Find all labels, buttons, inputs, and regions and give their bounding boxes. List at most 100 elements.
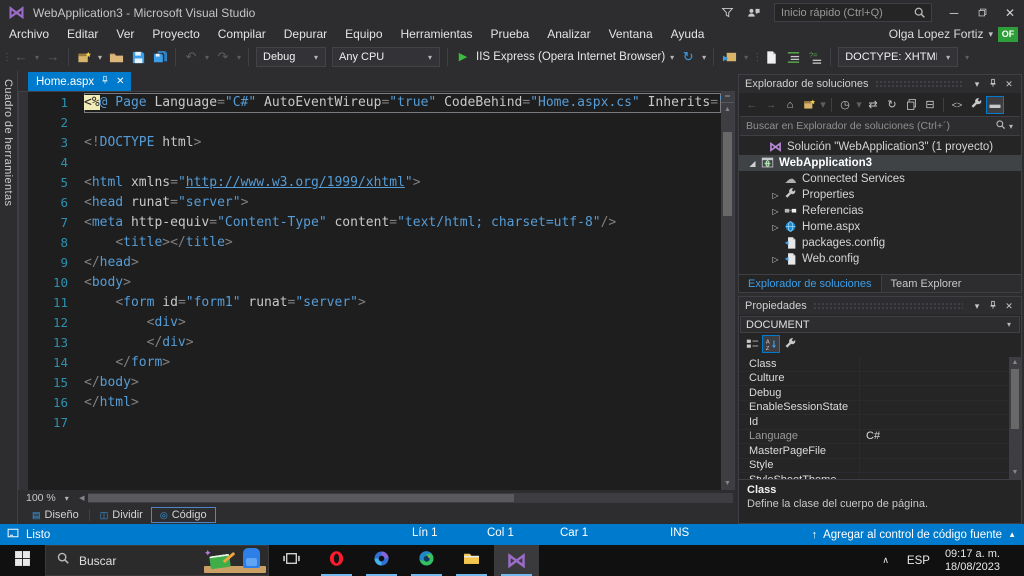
sync-with-active-document-icon[interactable]: ⇄ bbox=[864, 96, 882, 114]
code-line-10[interactable]: 10<body> bbox=[28, 273, 721, 293]
close-icon[interactable]: ✕ bbox=[1001, 301, 1017, 312]
properties-scrollbar[interactable]: ▲ ▼ bbox=[1009, 357, 1021, 479]
task-view-button[interactable] bbox=[269, 545, 314, 576]
code-line-13[interactable]: 13 </div> bbox=[28, 333, 721, 353]
open-file-button[interactable] bbox=[105, 44, 127, 70]
menu-item-depurar[interactable]: Depurar bbox=[275, 25, 336, 43]
source-control-button[interactable]: ↑ Agregar al control de código fuente ▲ bbox=[812, 524, 1016, 545]
tree-item-referencias[interactable]: ▷Referencias bbox=[739, 203, 1021, 219]
menu-item-prueba[interactable]: Prueba bbox=[482, 25, 539, 43]
property-row-language[interactable]: LanguageC# bbox=[739, 430, 1021, 445]
zoom-select[interactable]: 100 % ▾ bbox=[18, 492, 76, 504]
search-icon[interactable] bbox=[995, 117, 1006, 135]
scroll-up-icon[interactable]: ▲ bbox=[1009, 357, 1021, 369]
scroll-left-icon[interactable]: ◀ bbox=[76, 494, 88, 502]
scrollbar-thumb[interactable] bbox=[88, 494, 514, 502]
tree-item-packages-config[interactable]: packages.config bbox=[739, 235, 1021, 251]
menu-item-equipo[interactable]: Equipo bbox=[336, 25, 391, 43]
refresh-dropdown-icon[interactable]: ▾ bbox=[699, 53, 709, 62]
new-project-dropdown-icon[interactable]: ▾ bbox=[95, 53, 105, 62]
scroll-down-icon[interactable]: ▼ bbox=[721, 477, 734, 490]
tree-item-soluci-n-webapplication3-1-proyecto[interactable]: ⋈Solución "WebApplication3" (1 proyecto) bbox=[739, 139, 1021, 155]
categorized-icon[interactable] bbox=[743, 335, 761, 353]
view-code-icon[interactable]: <> bbox=[948, 96, 966, 114]
collapse-all-icon[interactable] bbox=[902, 96, 920, 114]
panel-drag-area[interactable] bbox=[813, 302, 963, 310]
toolbar-grip[interactable]: ⋮ bbox=[2, 52, 10, 63]
menu-item-archivo[interactable]: Archivo bbox=[0, 25, 58, 43]
view-tab-diseño[interactable]: ▤Diseño bbox=[24, 507, 87, 523]
show-all-files-icon[interactable]: ⊟ bbox=[921, 96, 939, 114]
close-button[interactable]: ✕ bbox=[996, 0, 1024, 25]
chevron-down-icon[interactable]: ▾ bbox=[855, 96, 863, 114]
properties-icon[interactable] bbox=[967, 96, 985, 114]
panel-drag-area[interactable] bbox=[875, 80, 963, 88]
code-line-17[interactable]: 17 bbox=[28, 413, 721, 433]
pin-icon[interactable] bbox=[100, 75, 110, 88]
code-line-3[interactable]: 3<!DOCTYPE html> bbox=[28, 133, 721, 153]
expander-icon[interactable]: ▷ bbox=[769, 223, 782, 232]
new-file-button[interactable] bbox=[760, 44, 782, 70]
scroll-down-icon[interactable]: ▼ bbox=[1009, 467, 1021, 479]
edge-browser-button[interactable] bbox=[404, 545, 449, 576]
toolbar-overflow-icon[interactable]: ▾ bbox=[740, 53, 752, 62]
scroll-up-icon[interactable]: ▲ bbox=[721, 103, 734, 116]
menu-item-editar[interactable]: Editar bbox=[58, 25, 107, 43]
start-button[interactable] bbox=[0, 545, 45, 576]
code-line-2[interactable]: 2 bbox=[28, 113, 721, 133]
code-line-7[interactable]: 7<meta http-equiv="Content-Type" content… bbox=[28, 213, 721, 233]
property-value[interactable] bbox=[859, 357, 1021, 371]
language-indicator[interactable]: ESP bbox=[898, 545, 939, 576]
alphabetical-icon[interactable]: AZ bbox=[762, 335, 780, 353]
redo-button[interactable]: ↷ bbox=[212, 44, 234, 70]
solution-platform-select[interactable]: Any CPU ▾ bbox=[332, 47, 440, 67]
format-selection-button[interactable]: ?= bbox=[804, 44, 826, 70]
visual-studio-button[interactable]: ⋈ bbox=[494, 545, 539, 576]
editor-vertical-scrollbar[interactable]: ═ ▲ ▼ bbox=[721, 92, 734, 490]
property-row-style[interactable]: Style bbox=[739, 459, 1021, 474]
object-selector[interactable]: DOCUMENT ▾ bbox=[740, 316, 1020, 333]
splitter-handle[interactable]: ═ bbox=[721, 92, 734, 103]
nav-back-dropdown-icon[interactable]: ▾ bbox=[32, 53, 42, 62]
pin-icon[interactable] bbox=[985, 78, 1001, 90]
send-feedback-icon[interactable] bbox=[740, 4, 766, 22]
menu-item-compilar[interactable]: Compilar bbox=[209, 25, 275, 43]
preview-selected-items-icon[interactable]: ▬ bbox=[986, 96, 1004, 114]
tree-item-properties[interactable]: ▷Properties bbox=[739, 187, 1021, 203]
solution-explorer-header[interactable]: Explorador de soluciones ▾ ✕ bbox=[739, 75, 1021, 93]
code-line-9[interactable]: 9</head> bbox=[28, 253, 721, 273]
nav-back-button[interactable]: ← bbox=[10, 44, 32, 70]
pending-changes-filter-icon[interactable]: ◷ bbox=[836, 96, 854, 114]
start-debug-button[interactable]: ▶ bbox=[452, 44, 474, 70]
property-row-debug[interactable]: Debug bbox=[739, 386, 1021, 401]
file-explorer-button[interactable] bbox=[449, 545, 494, 576]
redo-dropdown-icon[interactable]: ▾ bbox=[234, 53, 244, 62]
view-tab-código[interactable]: ◎Código bbox=[151, 507, 216, 523]
property-value[interactable] bbox=[859, 444, 1021, 458]
loop-app-button[interactable] bbox=[359, 545, 404, 576]
property-value[interactable] bbox=[859, 459, 1021, 473]
save-all-button[interactable] bbox=[149, 44, 171, 70]
property-row-class[interactable]: Class bbox=[739, 357, 1021, 372]
property-value[interactable] bbox=[859, 372, 1021, 386]
quick-launch-input[interactable]: Inicio rápido (Ctrl+Q) bbox=[774, 3, 932, 22]
tray-expand-button[interactable]: ∧ bbox=[873, 545, 898, 576]
pin-icon[interactable] bbox=[985, 300, 1001, 312]
code-line-6[interactable]: 6<head runat="server"> bbox=[28, 193, 721, 213]
window-menu-icon[interactable]: ▾ bbox=[969, 79, 985, 90]
code-editor[interactable]: 1<%@ Page Language="C#" AutoEventWireup=… bbox=[18, 91, 735, 490]
expander-icon[interactable]: ▷ bbox=[769, 207, 782, 216]
property-row-enablesessionstate[interactable]: EnableSessionState bbox=[739, 401, 1021, 416]
menu-item-analizar[interactable]: Analizar bbox=[538, 25, 599, 43]
refresh-button[interactable]: ↻ bbox=[677, 44, 699, 70]
toolbox-tab[interactable]: Cuadro de herramientas bbox=[0, 71, 18, 524]
expander-icon[interactable]: ◢ bbox=[746, 159, 759, 168]
account-name[interactable]: Olga Lopez Fortiz bbox=[889, 27, 984, 41]
taskbar-search-input[interactable]: Buscar ✦ ✦ bbox=[45, 545, 269, 576]
code-line-4[interactable]: 4 bbox=[28, 153, 721, 173]
tree-item-web-config[interactable]: ▷Web.config bbox=[739, 251, 1021, 267]
property-pages-icon[interactable] bbox=[781, 335, 799, 353]
nav-forward-icon[interactable]: → bbox=[762, 96, 780, 114]
scrollbar-thumb[interactable] bbox=[723, 132, 732, 216]
save-button[interactable] bbox=[127, 44, 149, 70]
